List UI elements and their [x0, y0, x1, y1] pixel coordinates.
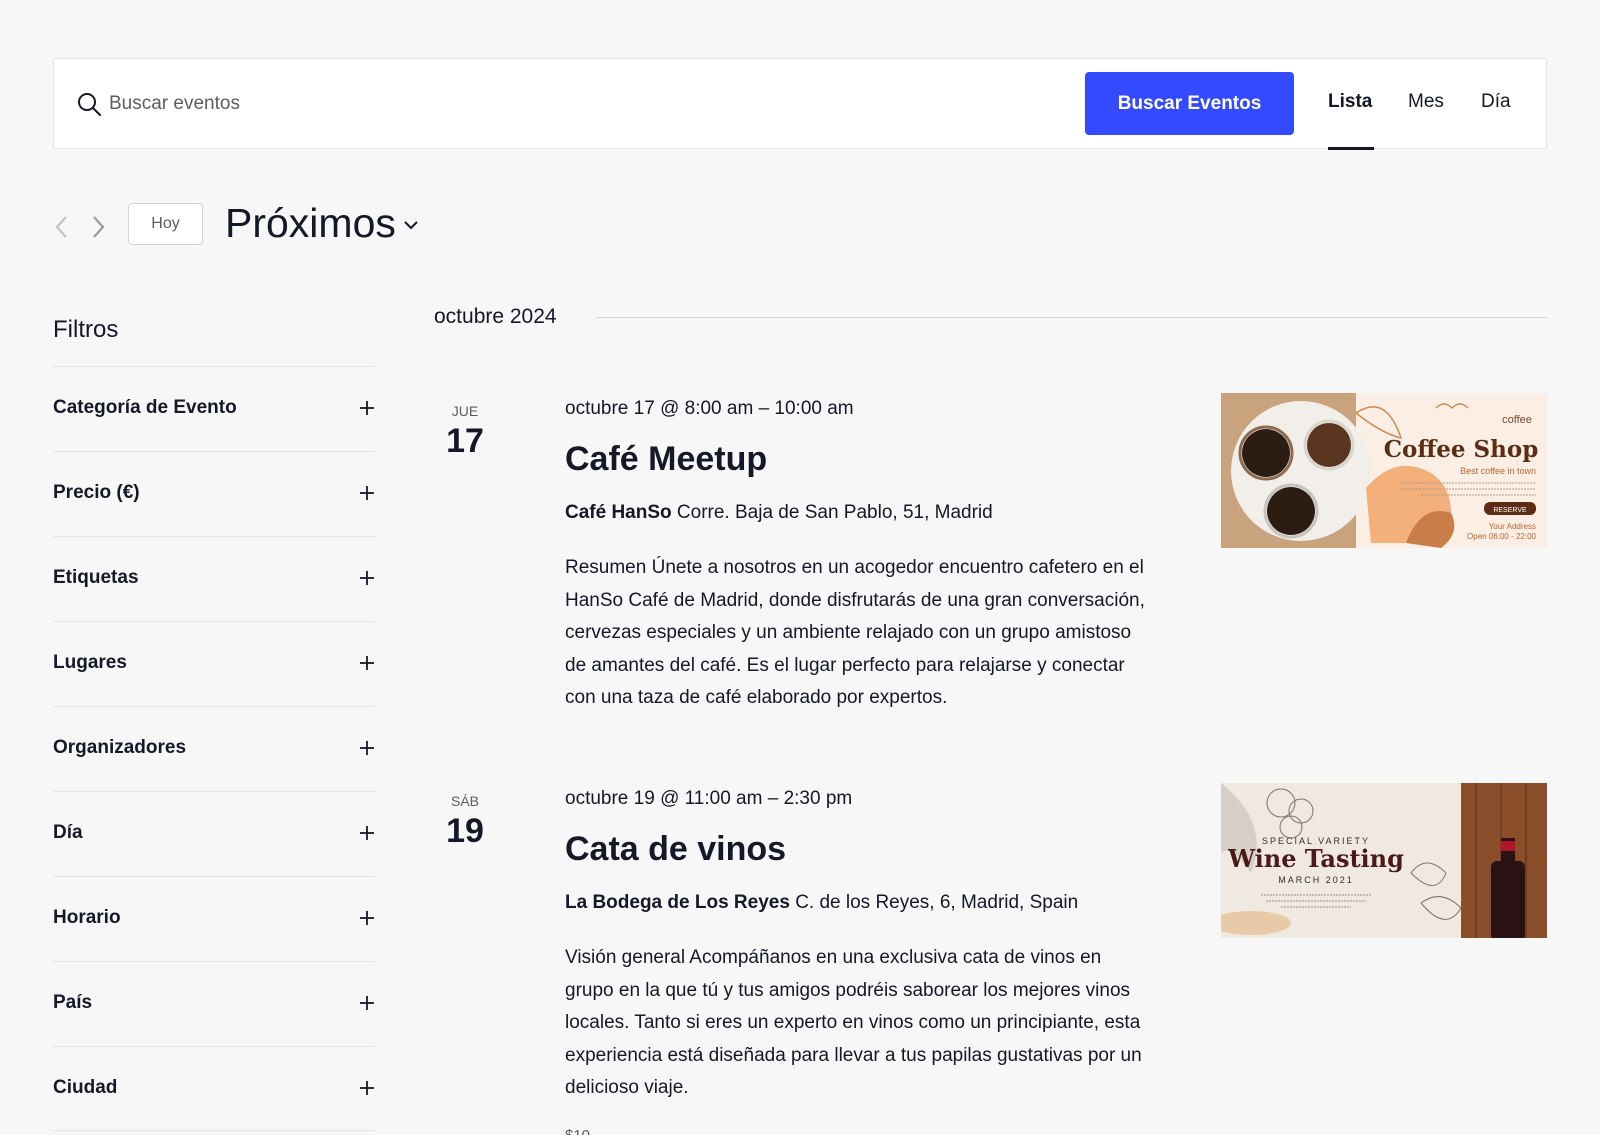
filter-city[interactable]: Ciudad [53, 1046, 375, 1131]
filters-heading: Filtros [53, 316, 119, 343]
event-venue: La Bodega de Los Reyes C. de los Reyes, … [565, 892, 1078, 914]
event-datetime: octubre 17 @ 8:00 am – 10:00 am [565, 398, 854, 419]
filter-label: Día [53, 822, 83, 843]
filter-list: Categoría de Evento Precio (€) Etiquetas… [53, 366, 375, 1131]
flyer-brand: coffee [1502, 414, 1532, 426]
event-image-coffee-shop[interactable]: coffee Coffee Shop Best coffee in town R… [1221, 393, 1547, 548]
event-title[interactable]: Cata de vinos [565, 830, 786, 869]
filter-category[interactable]: Categoría de Evento [53, 366, 375, 451]
filter-venues[interactable]: Lugares [53, 621, 375, 706]
plus-icon[interactable] [359, 825, 375, 841]
active-tab-indicator [1328, 147, 1374, 150]
events-search-bar: Buscar Eventos Lista Mes Día [53, 58, 1547, 150]
event-weekday: JUE [451, 403, 479, 419]
filter-country[interactable]: País [53, 961, 375, 1046]
plus-icon[interactable] [359, 1080, 375, 1096]
month-separator-label: octubre 2024 [434, 305, 557, 328]
filter-label: Organizadores [53, 737, 187, 758]
filter-tags[interactable]: Etiquetas [53, 536, 375, 621]
flyer-headline: Wine Tasting [1227, 844, 1404, 873]
event-title[interactable]: Café Meetup [565, 440, 767, 479]
filter-label: Categoría de Evento [53, 397, 237, 418]
search-input[interactable] [109, 83, 1009, 125]
filter-label: Ciudad [53, 1077, 118, 1098]
event-image-wine-tasting[interactable]: SPECIAL VARIETY Wine Tasting MARCH 2021 [1221, 783, 1547, 938]
filter-label: Etiquetas [53, 567, 139, 588]
tab-mes[interactable]: Mes [1408, 91, 1444, 113]
event-price: $10 [565, 1127, 590, 1135]
plus-icon[interactable] [359, 740, 375, 756]
today-button[interactable]: Hoy [128, 203, 203, 245]
month-separator-line [596, 317, 1547, 318]
plus-icon[interactable] [359, 485, 375, 501]
filter-price[interactable]: Precio (€) [53, 451, 375, 536]
event-datetime: octubre 19 @ 11:00 am – 2:30 pm [565, 788, 853, 809]
chevron-down-icon[interactable] [402, 218, 420, 232]
filter-day[interactable]: Día [53, 791, 375, 876]
search-events-button[interactable]: Buscar Eventos [1085, 72, 1294, 135]
event-day-number: 19 [446, 812, 484, 850]
filter-label: Lugares [53, 652, 127, 673]
filter-time[interactable]: Horario [53, 876, 375, 961]
page-title[interactable]: Próximos [225, 200, 396, 247]
flyer-subline: MARCH 2021 [1278, 875, 1354, 885]
plus-icon[interactable] [359, 400, 375, 416]
event-description: Visión general Acompáñanos en una exclus… [565, 947, 1142, 1098]
flyer-footer-address: Your Address [1489, 522, 1536, 531]
event-weekday: SÁB [450, 793, 479, 809]
wine-tasting-flyer: SPECIAL VARIETY Wine Tasting MARCH 2021 [1221, 783, 1547, 938]
event-venue: Café HanSo Corre. Baja de San Pablo, 51,… [565, 502, 993, 524]
venue-name: La Bodega de Los Reyes [565, 892, 790, 913]
plus-icon[interactable] [359, 655, 375, 671]
flyer-headline: Coffee Shop [1384, 436, 1539, 463]
flyer-tagline: Best coffee in town [1460, 466, 1536, 476]
plus-icon[interactable] [359, 570, 375, 586]
venue-address: Corre. Baja de San Pablo, 51, Madrid [676, 502, 993, 523]
filter-organizers[interactable]: Organizadores [53, 706, 375, 791]
tab-lista[interactable]: Lista [1328, 91, 1372, 113]
next-arrow-icon[interactable] [88, 213, 108, 241]
previous-arrow-icon[interactable] [52, 213, 72, 241]
plus-icon[interactable] [359, 910, 375, 926]
tab-dia[interactable]: Día [1481, 91, 1511, 113]
flyer-footer-hours: Open 06:00 - 22:00 [1467, 532, 1536, 541]
coffee-shop-flyer: coffee Coffee Shop Best coffee in town R… [1221, 393, 1547, 548]
filter-label: Horario [53, 907, 121, 928]
flyer-cta: RESERVE [1493, 507, 1527, 514]
venue-address: C. de los Reyes, 6, Madrid, Spain [795, 892, 1079, 913]
venue-name: Café HanSo [565, 502, 672, 523]
event-day-number: 17 [446, 422, 484, 460]
filter-label: Precio (€) [53, 482, 140, 503]
filter-label: País [53, 992, 93, 1013]
search-icon [78, 93, 101, 116]
plus-icon[interactable] [359, 995, 375, 1011]
event-description: Resumen Únete a nosotros en un acogedor … [565, 557, 1145, 708]
